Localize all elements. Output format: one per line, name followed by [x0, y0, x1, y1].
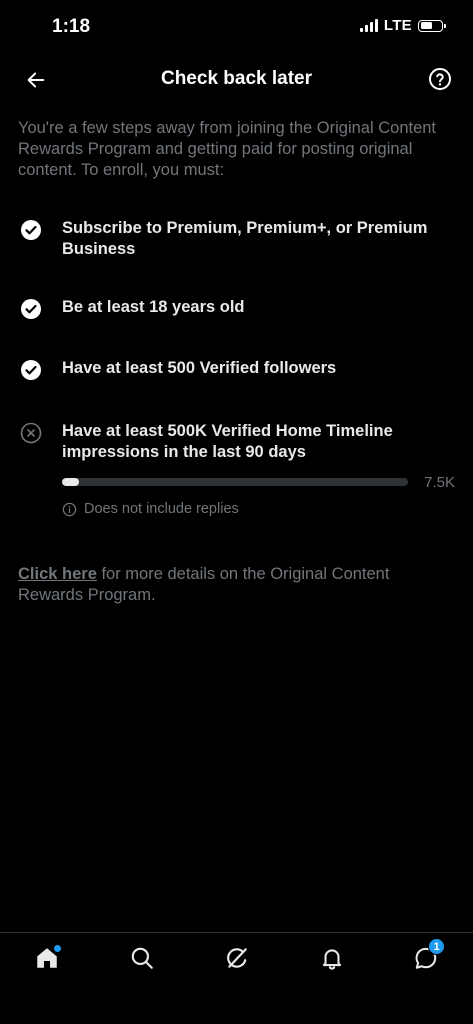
status-bar: 1:18 LTE: [0, 0, 473, 52]
grok-icon: [227, 948, 247, 968]
note-text: Does not include replies: [84, 501, 239, 517]
battery-icon: [418, 19, 446, 32]
search-icon: [131, 947, 153, 969]
check-circle-icon: [21, 360, 41, 380]
intro-text: You're a few steps away from joining the…: [18, 119, 437, 179]
requirement-text: Be at least 18 years old: [62, 298, 245, 316]
requirement-text: Subscribe to Premium, Premium+, or Premi…: [62, 219, 428, 258]
info-icon: [62, 502, 77, 516]
x-circle-icon: [20, 422, 42, 444]
requirement-text: Have at least 500K Verified Home Timelin…: [62, 422, 393, 461]
status-time: 1:18: [52, 16, 91, 37]
requirement-text: Have at least 500 Verified followers: [62, 359, 337, 377]
tab-search[interactable]: [127, 943, 157, 973]
bottom-tab-bar: 1: [0, 932, 473, 1024]
tab-notifications[interactable]: [317, 943, 347, 973]
details-link[interactable]: Click here: [18, 565, 97, 583]
question-circle-icon: [429, 68, 451, 90]
tab-home[interactable]: [32, 943, 62, 973]
tab-grok[interactable]: [222, 943, 252, 973]
progress-track: [62, 478, 408, 486]
header: Check back later: [0, 56, 473, 102]
check-circle-icon: [21, 299, 41, 319]
battery-level: [420, 22, 432, 29]
impressions-progress: 7.5K: [62, 474, 457, 492]
network-label: LTE: [383, 17, 412, 34]
bell-icon: [322, 949, 342, 970]
tab-messages[interactable]: 1: [411, 938, 445, 973]
details-text: Click here for more details on the Origi…: [18, 564, 458, 606]
progress-fill: [62, 478, 80, 486]
progress-value: 7.5K: [424, 474, 455, 491]
messages-count-badge: 1: [428, 938, 445, 955]
status-indicators: LTE: [359, 17, 446, 34]
check-circle-icon: [21, 220, 41, 240]
signal-icon: [359, 19, 378, 32]
progress-note: Does not include replies: [62, 501, 239, 517]
page-title: Check back later: [160, 68, 313, 89]
home-dot-badge: [54, 945, 61, 952]
help-button[interactable]: [427, 66, 453, 92]
